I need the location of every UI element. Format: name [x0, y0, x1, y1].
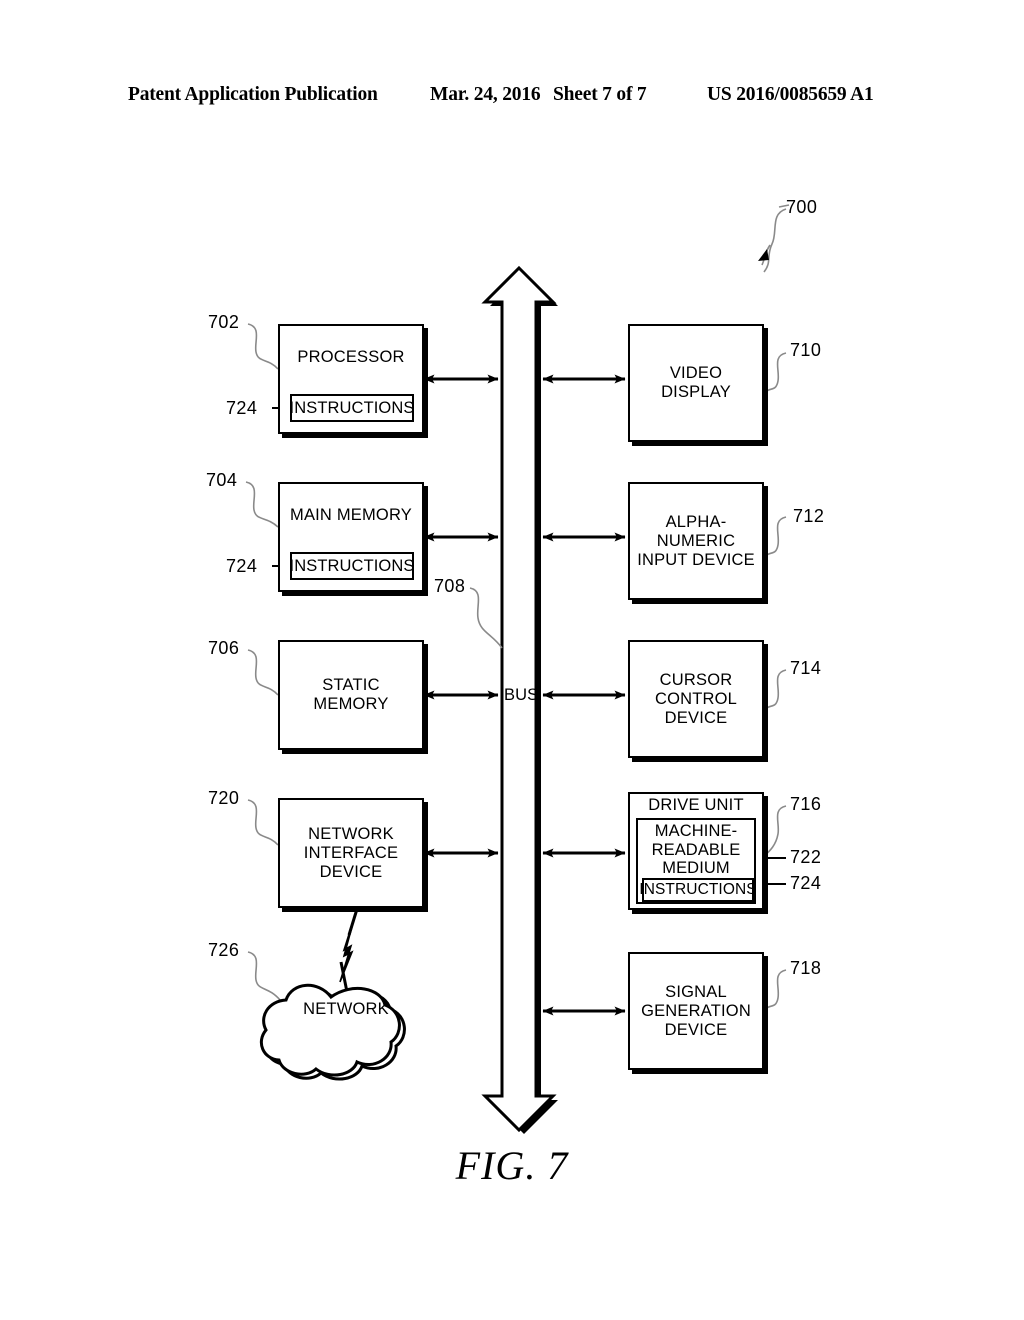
block-main-memory-instructions[interactable]: INSTRUCTIONS	[290, 552, 414, 580]
block-static-memory-label: STATIC MEMORY	[313, 676, 389, 713]
figure-vector-layer	[245, 204, 790, 1134]
block-network-interface-device-label: NETWORK INTERFACE DEVICE	[303, 824, 399, 881]
block-cursor-control-device[interactable]: CURSOR CONTROL DEVICE	[628, 640, 764, 758]
ref-720: 720	[208, 788, 240, 808]
ref-718: 718	[790, 958, 822, 978]
block-drive-unit-instructions[interactable]: INSTRUCTIONS	[639, 878, 757, 902]
ref-714: 714	[790, 658, 822, 678]
block-processor-instructions-label: INSTRUCTIONS	[289, 399, 415, 417]
block-main-memory[interactable]: MAIN MEMORY INSTRUCTIONS	[278, 482, 424, 592]
ref-700: 700	[786, 197, 818, 217]
block-alpha-numeric-input-device-label: ALPHA-NUMERIC INPUT DEVICE	[637, 512, 755, 569]
block-main-memory-instructions-label: INSTRUCTIONS	[289, 557, 415, 575]
ref-724-drive-unit: 724	[790, 873, 822, 893]
block-drive-unit-instructions-label: INSTRUCTIONS	[639, 881, 757, 898]
block-main-memory-label: MAIN MEMORY	[290, 506, 412, 524]
figure-caption: FIG. 7	[455, 1143, 569, 1188]
ref-704: 704	[206, 470, 238, 490]
ref-724-processor: 724	[226, 398, 258, 418]
ref-724-main-memory: 724	[226, 556, 258, 576]
block-machine-readable-medium[interactable]: MACHINE- READABLE MEDIUM INSTRUCTIONS	[636, 818, 757, 904]
ref-722: 722	[790, 847, 822, 867]
ref-716: 716	[790, 794, 822, 814]
ref-706: 706	[208, 638, 240, 658]
bus-connector-arrows-right	[542, 374, 626, 1016]
ref-710: 710	[790, 340, 822, 360]
block-signal-generation-device[interactable]: SIGNAL GENERATION DEVICE	[628, 952, 764, 1070]
ref-712: 712	[793, 506, 825, 526]
block-processor-instructions[interactable]: INSTRUCTIONS	[290, 394, 414, 422]
network-cloud-label: NETWORK	[303, 1000, 389, 1018]
ref-708: 708	[434, 576, 466, 596]
block-alpha-numeric-input-device[interactable]: ALPHA-NUMERIC INPUT DEVICE	[628, 482, 764, 600]
block-processor-label: PROCESSOR	[297, 348, 405, 366]
block-drive-unit[interactable]: DRIVE UNIT MACHINE- READABLE MEDIUM INST…	[628, 792, 764, 910]
leader-line-708	[469, 587, 503, 649]
figure-7-diagram: PROCESSOR INSTRUCTIONS MAIN MEMORY INSTR…	[0, 0, 1024, 1320]
block-machine-readable-medium-label: MACHINE- READABLE MEDIUM	[651, 822, 741, 877]
block-drive-unit-label: DRIVE UNIT	[648, 796, 744, 814]
bus-label: BUS	[504, 686, 539, 704]
block-processor[interactable]: PROCESSOR INSTRUCTIONS	[278, 324, 424, 434]
bus-connector-arrows-left	[423, 374, 499, 858]
ref-702: 702	[208, 312, 240, 332]
block-cursor-control-device-label: CURSOR CONTROL DEVICE	[654, 670, 738, 727]
block-network-interface-device[interactable]: NETWORK INTERFACE DEVICE	[278, 798, 424, 908]
leader-line-700	[758, 204, 790, 273]
ref-726: 726	[208, 940, 240, 960]
block-signal-generation-device-label: SIGNAL GENERATION DEVICE	[641, 982, 751, 1039]
lightning-bolt-icon	[339, 908, 359, 993]
block-video-display-label: VIDEO DISPLAY	[661, 364, 731, 401]
block-static-memory[interactable]: STATIC MEMORY	[278, 640, 424, 750]
block-video-display[interactable]: VIDEO DISPLAY	[628, 324, 764, 442]
